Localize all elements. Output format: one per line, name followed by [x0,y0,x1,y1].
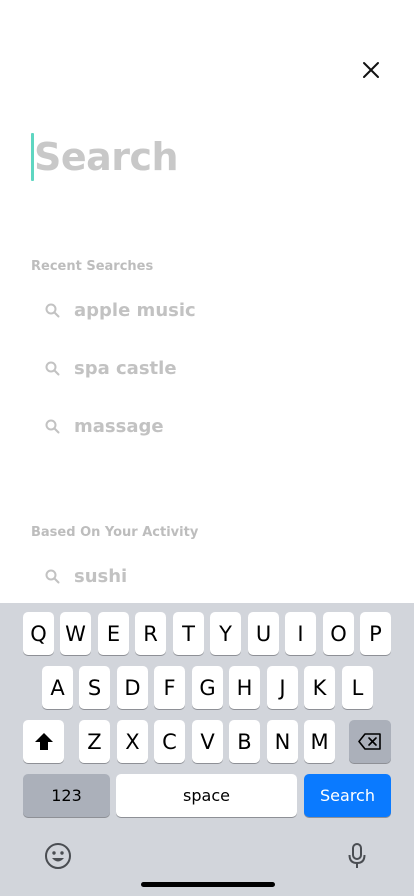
key-n[interactable]: N [267,720,298,763]
dictation-button[interactable] [343,841,371,871]
search-field-container [31,132,371,182]
key-j[interactable]: J [267,666,298,709]
key-p[interactable]: P [360,612,391,655]
emoji-button[interactable] [43,841,73,871]
key-f[interactable]: F [154,666,185,709]
shift-icon [34,733,53,750]
key-v[interactable]: V [192,720,223,763]
key-k[interactable]: K [304,666,335,709]
on-screen-keyboard: Q W E R T Y U I O P A S D F G H J K L Z … [0,603,414,896]
key-s[interactable]: S [79,666,110,709]
key-e[interactable]: E [98,612,129,655]
key-u[interactable]: U [248,612,279,655]
close-icon [363,62,379,78]
search-icon [31,419,74,434]
backspace-key[interactable] [349,720,391,763]
key-l[interactable]: L [342,666,373,709]
key-a[interactable]: A [42,666,73,709]
key-t[interactable]: T [173,612,204,655]
search-icon [31,303,74,318]
recent-search-label: massage [74,415,164,437]
activity-suggestion-item[interactable]: sushi [31,556,381,596]
key-h[interactable]: H [229,666,260,709]
backspace-icon [358,733,381,750]
search-input[interactable] [31,132,371,182]
key-i[interactable]: I [285,612,316,655]
key-d[interactable]: D [117,666,148,709]
activity-section-title: Based On Your Activity [31,525,199,540]
recent-search-item[interactable]: spa castle [31,348,381,388]
key-x[interactable]: X [117,720,148,763]
search-icon [31,361,74,376]
recent-searches-title: Recent Searches [31,259,154,274]
recent-search-label: apple music [74,299,196,321]
shift-key[interactable] [23,720,64,763]
key-m[interactable]: M [304,720,335,763]
emoji-icon [45,843,71,869]
microphone-icon [348,843,366,868]
recent-search-item[interactable]: massage [31,406,381,446]
text-caret [31,133,34,181]
search-key[interactable]: Search [304,774,391,817]
search-icon [31,569,74,584]
key-g[interactable]: G [192,666,223,709]
key-y[interactable]: Y [210,612,241,655]
key-b[interactable]: B [229,720,260,763]
space-key[interactable]: space [116,774,297,817]
home-indicator[interactable] [141,882,275,887]
numbers-key[interactable]: 123 [23,774,110,817]
key-o[interactable]: O [323,612,354,655]
activity-suggestion-label: sushi [74,565,128,587]
recent-search-label: spa castle [74,357,177,379]
close-button[interactable] [357,56,385,84]
key-c[interactable]: C [154,720,185,763]
key-r[interactable]: R [135,612,166,655]
key-w[interactable]: W [60,612,91,655]
recent-search-item[interactable]: apple music [31,290,381,330]
key-q[interactable]: Q [23,612,54,655]
key-z[interactable]: Z [79,720,110,763]
